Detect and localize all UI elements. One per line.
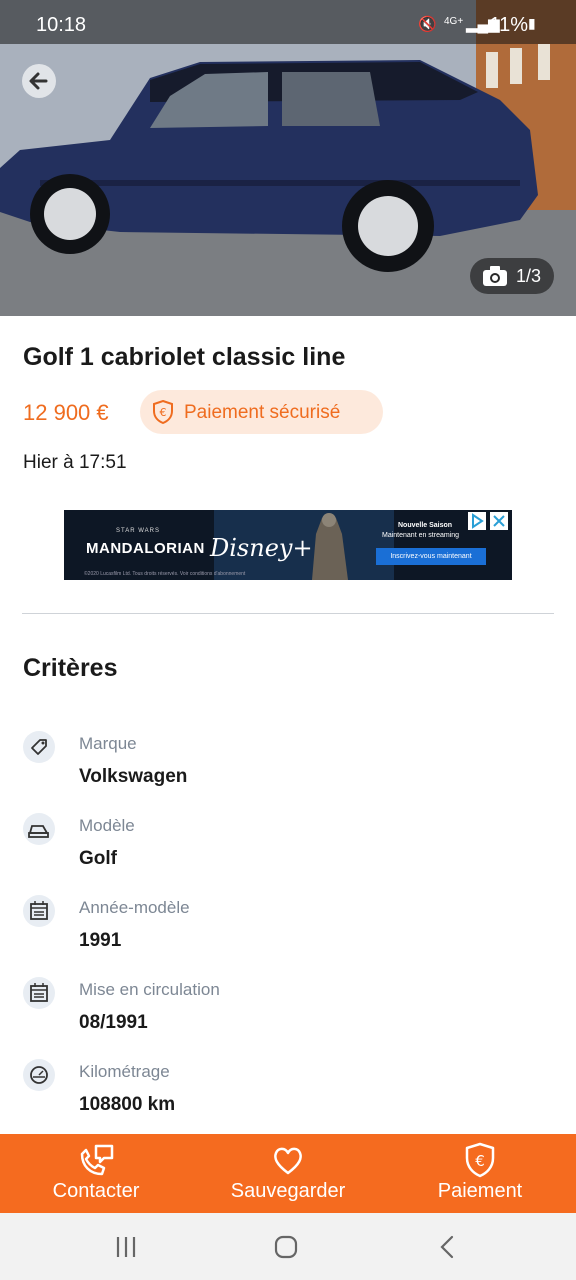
ad-streaming: Maintenant en streaming xyxy=(382,532,460,539)
criteria-label-registration: Mise en circulation xyxy=(79,980,220,999)
criteria-value-model: Golf xyxy=(79,848,117,869)
criteria-value-model-year: 1991 xyxy=(79,930,122,951)
listing-price: 12 900 € xyxy=(23,400,109,425)
save-button[interactable]: Sauvegarder xyxy=(192,1134,384,1213)
payment-button[interactable]: € Paiement xyxy=(384,1134,576,1213)
system-back-icon[interactable] xyxy=(436,1235,460,1259)
mute-icon: 🔇 xyxy=(418,16,437,33)
svg-text:€: € xyxy=(160,406,167,419)
system-navigation-bar xyxy=(0,1213,576,1280)
ad-brand: MANDALORIAN xyxy=(86,540,205,557)
photo-counter[interactable]: 1/3 xyxy=(470,258,554,294)
svg-text:€: € xyxy=(475,1152,485,1170)
ad-season: Nouvelle Saison xyxy=(398,522,453,529)
criteria-label-mileage: Kilométrage xyxy=(79,1062,170,1081)
contact-label: Contacter xyxy=(52,1180,140,1202)
calendar-icon xyxy=(23,977,55,1009)
listing-photo[interactable]: 10:18 🔇 4G+ ▂▄▆ 11% ▮ 1/3 xyxy=(0,0,576,316)
home-icon[interactable] xyxy=(274,1235,298,1259)
recent-apps-icon[interactable] xyxy=(114,1235,138,1259)
phone-message-icon xyxy=(80,1144,114,1176)
posted-date: Hier à 17:51 xyxy=(23,452,127,473)
ad-close-icon[interactable] xyxy=(490,512,508,530)
heart-icon xyxy=(274,1147,302,1175)
criteria-label-model-year: Année-modèle xyxy=(79,898,190,917)
contact-button[interactable]: Contacter xyxy=(0,1134,192,1213)
calendar-icon xyxy=(23,895,55,927)
save-label: Sauvegarder xyxy=(230,1180,346,1202)
ad-cta-button[interactable]: Inscrivez-vous maintenant xyxy=(376,548,486,565)
camera-icon xyxy=(483,266,507,286)
back-button[interactable] xyxy=(22,64,56,98)
status-time: 10:18 xyxy=(36,14,87,36)
criteria-value-mileage: 108800 km xyxy=(79,1094,176,1115)
secure-payment-badge[interactable]: € Paiement sécurisé xyxy=(140,390,383,434)
ad-service-logo: Disney+ xyxy=(210,534,313,562)
criteria-value-registration: 08/1991 xyxy=(79,1012,148,1033)
battery-icon: ▮ xyxy=(528,15,536,31)
section-divider xyxy=(22,613,554,614)
criteria-heading: Critères xyxy=(23,654,118,682)
car-icon xyxy=(23,813,55,845)
payment-label: Paiement xyxy=(437,1180,523,1202)
secure-payment-label: Paiement sécurisé xyxy=(184,402,341,423)
shield-euro-icon: € xyxy=(153,400,173,424)
criteria-label-brand: Marque xyxy=(79,734,137,753)
network-type: 4G+ xyxy=(444,16,464,27)
ad-fine-print: ©2020 Lucasfilm Ltd. Tous droits réservé… xyxy=(84,571,246,577)
status-bar: 10:18 🔇 4G+ ▂▄▆ 11% ▮ xyxy=(0,0,576,44)
tag-icon xyxy=(23,731,55,763)
speedometer-icon xyxy=(23,1059,55,1091)
criteria-value-brand: Volkswagen xyxy=(79,766,188,787)
photo-counter-text: 1/3 xyxy=(516,266,542,286)
ad-franchise: STAR WARS xyxy=(116,528,161,534)
criteria-label-model: Modèle xyxy=(79,816,135,835)
ad-banner[interactable]: STAR WARS MANDALORIAN Disney+ Nouvelle S… xyxy=(64,510,512,580)
listing-title: Golf 1 cabriolet classic line xyxy=(23,343,346,371)
shield-euro-icon: € xyxy=(465,1142,495,1178)
adchoices-icon[interactable] xyxy=(468,512,486,530)
bottom-action-bar: Contacter Sauvegarder € Paiement xyxy=(0,1134,576,1213)
battery-level: 11% xyxy=(489,14,528,36)
arrow-left-icon xyxy=(29,72,48,90)
